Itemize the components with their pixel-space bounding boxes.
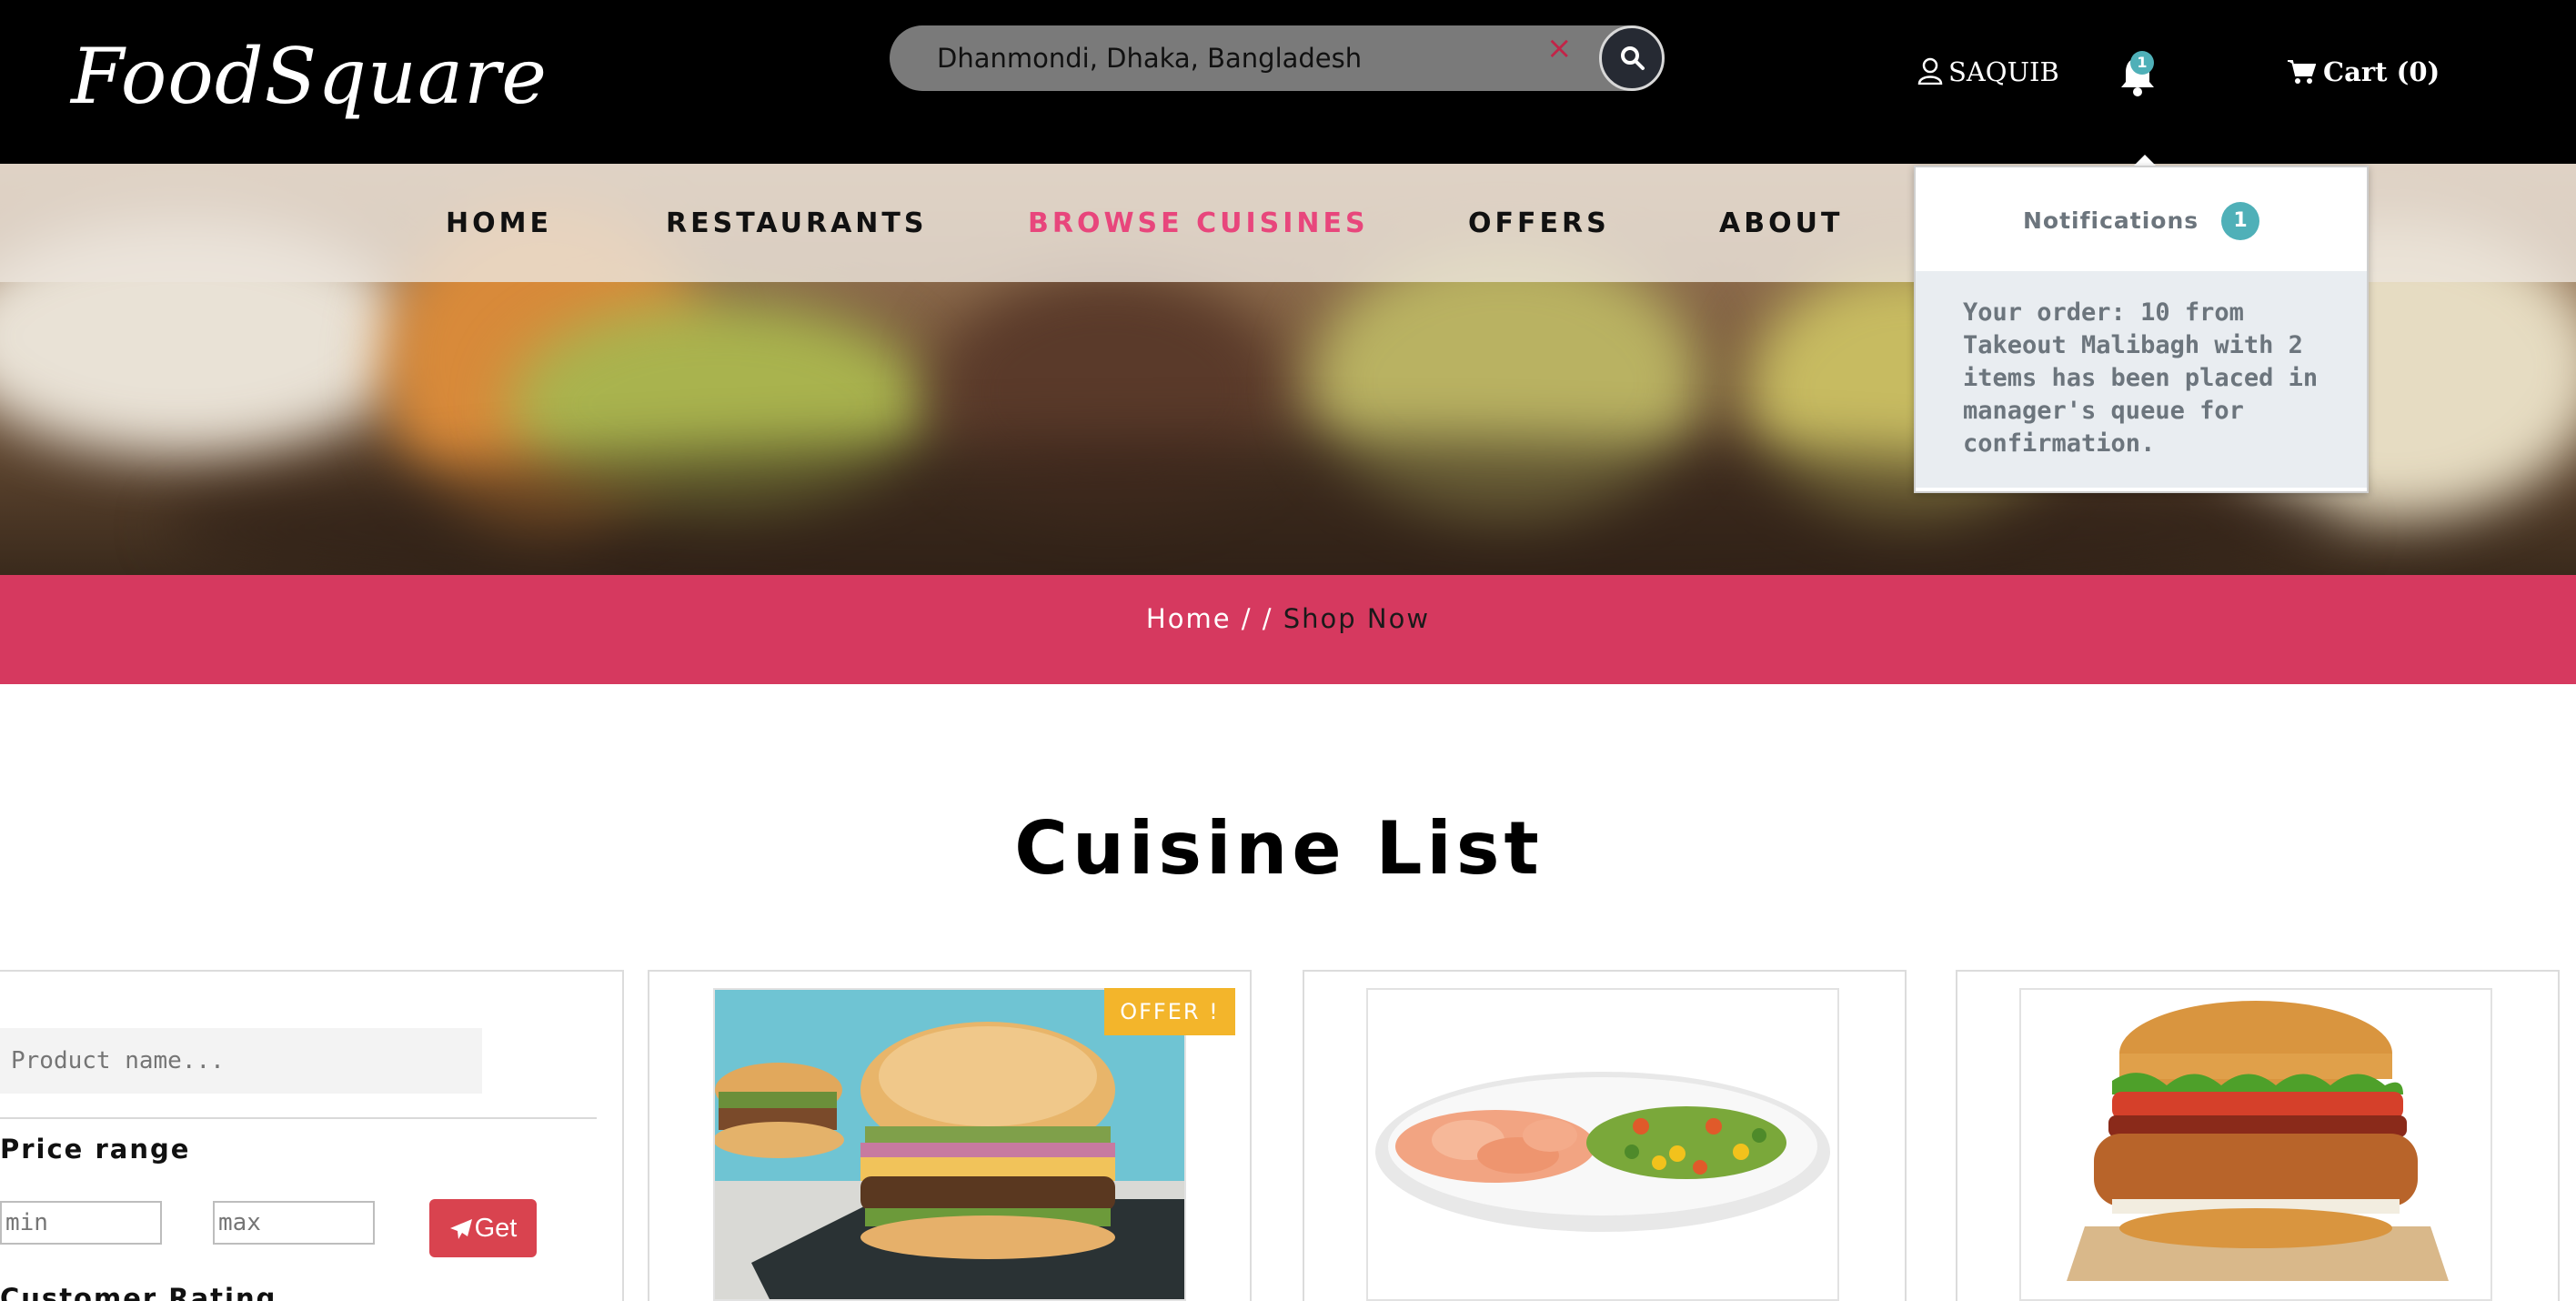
notifications-count-badge: 1 — [2221, 202, 2259, 240]
get-button-label: Get — [474, 1213, 518, 1243]
breadcrumb: Home / / Shop Now — [0, 603, 2576, 634]
min-price-input[interactable] — [0, 1201, 162, 1245]
nav-offers[interactable]: OFFERS — [1468, 207, 1610, 239]
breadcrumb-current: Shop Now — [1283, 603, 1431, 634]
cart-link[interactable]: Cart (0) — [2287, 56, 2440, 87]
cart-icon — [2288, 60, 2317, 84]
dropdown-caret — [2134, 155, 2156, 166]
breadcrumb-home[interactable]: Home — [1146, 603, 1232, 634]
price-range-label: Price range — [0, 1134, 191, 1165]
search-button[interactable] — [1599, 25, 1665, 91]
nav-restaurants[interactable]: RESTAURANTS — [666, 207, 928, 239]
offer-badge: OFFER ! — [1104, 988, 1235, 1035]
notification-count-badge: 1 — [2130, 51, 2154, 75]
notification-item[interactable]: Your order: 10 from Takeout Malibagh wit… — [1916, 271, 2367, 488]
product-image-chicken-burger[interactable] — [2019, 988, 2492, 1301]
product-name-input[interactable] — [0, 1028, 482, 1094]
get-button[interactable]: Get — [429, 1199, 537, 1257]
nav-about[interactable]: ABOUT — [1719, 207, 1843, 239]
customer-rating-label: Customer Rating — [0, 1283, 277, 1301]
nav-browse-cuisines[interactable]: BROWSE CUISINES — [1028, 207, 1369, 239]
user-account-link[interactable]: SAQUIB — [1917, 56, 2059, 87]
user-icon — [1917, 57, 1943, 86]
user-name: SAQUIB — [1948, 56, 2059, 87]
breadcrumb-separator: / / — [1231, 603, 1283, 634]
max-price-input[interactable] — [213, 1201, 375, 1245]
paper-plane-icon — [449, 1218, 472, 1239]
search-icon — [1621, 46, 1645, 70]
site-logo[interactable]: FoodSquare — [71, 38, 548, 115]
clear-search-icon[interactable]: × — [1546, 33, 1573, 64]
nav-home[interactable]: HOME — [446, 207, 552, 239]
notifications-title: Notifications — [2023, 207, 2199, 234]
notifications-dropdown: Notifications 1 Your order: 10 from Take… — [1914, 166, 2369, 493]
filter-divider — [0, 1117, 597, 1119]
notification-message: Your order: 10 from Takeout Malibagh wit… — [1963, 298, 2319, 458]
page-title: Cuisine List — [1014, 806, 1544, 891]
cart-label: Cart (0) — [2323, 56, 2440, 87]
product-image-shrimp-plate[interactable] — [1366, 988, 1839, 1301]
location-search-input[interactable] — [937, 25, 1501, 91]
notifications-header: Notifications 1 — [1916, 167, 2367, 267]
